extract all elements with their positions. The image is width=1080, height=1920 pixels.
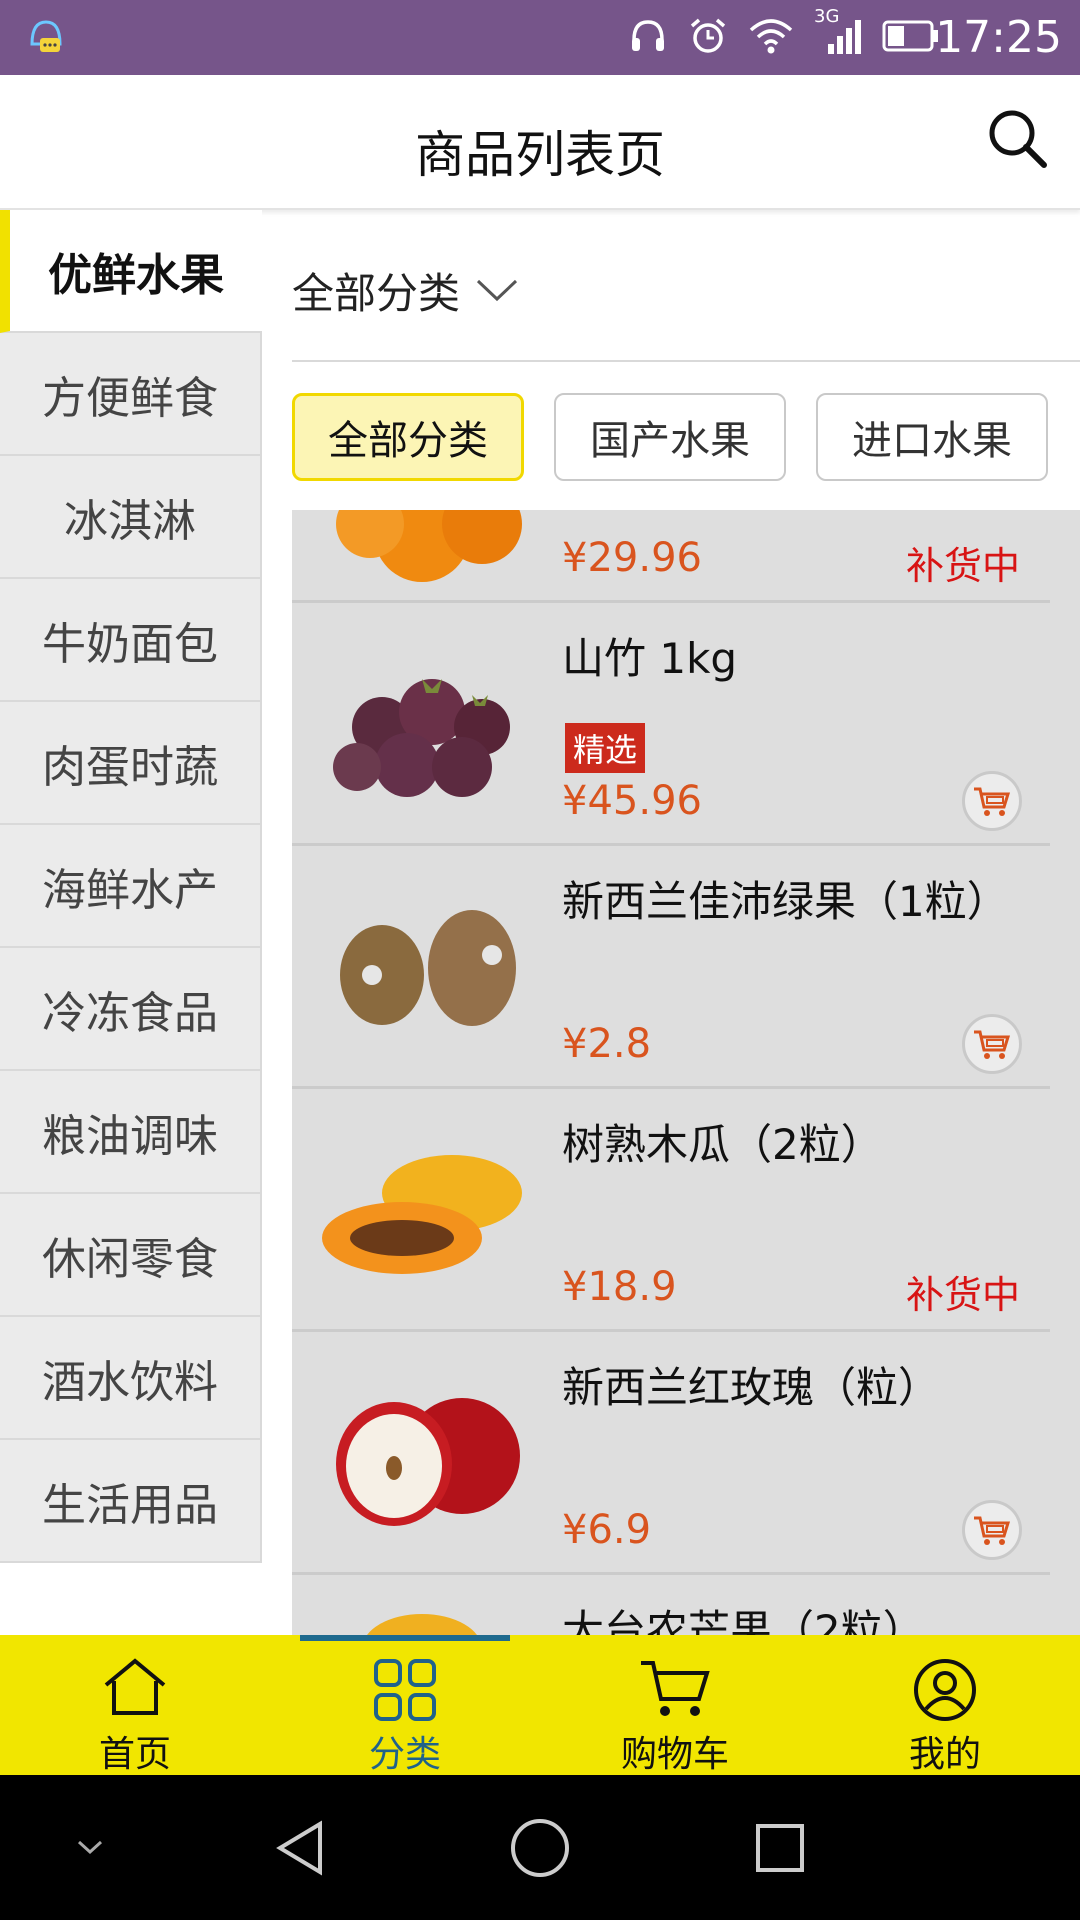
filter-divider bbox=[292, 360, 1080, 362]
network-label: 3G bbox=[814, 6, 840, 27]
wifi-icon bbox=[748, 16, 794, 60]
sidebar-item-fresh-food[interactable]: 方便鲜食 bbox=[0, 333, 262, 456]
kiwi-image bbox=[312, 860, 532, 1075]
product-list[interactable]: ¥29.96 补货中 山竹 1kg 精选 ¥45.96 新西兰佳沛绿果（1粒） … bbox=[292, 510, 1080, 1635]
page-title: 商品列表页 bbox=[415, 126, 665, 184]
product-item[interactable]: 山竹 1kg 精选 ¥45.96 bbox=[292, 603, 1050, 846]
sidebar-item-ice-cream[interactable]: 冰淇淋 bbox=[0, 456, 262, 579]
sidebar-item-label: 牛奶面包 bbox=[42, 618, 218, 670]
category-dropdown-label: 全部分类 bbox=[292, 269, 461, 318]
product-price: ¥6.9 bbox=[562, 1507, 652, 1553]
apple-image bbox=[312, 1346, 532, 1561]
sidebar-item-meat-veg[interactable]: 肉蛋时蔬 bbox=[0, 702, 262, 825]
add-to-cart-button[interactable] bbox=[962, 1014, 1022, 1074]
sidebar-item-label: 酒水饮料 bbox=[42, 1356, 218, 1408]
nav-profile[interactable]: 我的 bbox=[810, 1635, 1080, 1775]
product-item[interactable]: 树熟木瓜（2粒） ¥18.9 补货中 bbox=[292, 1089, 1050, 1332]
system-nav-bar bbox=[0, 1775, 1080, 1920]
mangosteen-image bbox=[312, 617, 532, 832]
sidebar-item-label: 方便鲜食 bbox=[42, 372, 218, 424]
papaya-image bbox=[312, 1103, 532, 1318]
cart-icon bbox=[974, 1030, 1011, 1059]
sidebar-item-grain-oil[interactable]: 粮油调味 bbox=[0, 1071, 262, 1194]
product-price: ¥29.96 bbox=[562, 535, 702, 581]
product-price: ¥18.9 bbox=[562, 1264, 677, 1310]
sidebar-item-seafood[interactable]: 海鲜水产 bbox=[0, 825, 262, 948]
collapse-chevron-icon[interactable] bbox=[60, 1775, 120, 1920]
add-to-cart-button[interactable] bbox=[962, 1500, 1022, 1560]
back-button[interactable] bbox=[260, 1775, 340, 1920]
nav-label: 首页 bbox=[98, 1734, 171, 1775]
sidebar-item-label: 海鲜水产 bbox=[42, 864, 218, 916]
product-item[interactable]: ¥29.96 补货中 bbox=[292, 510, 1050, 603]
cart-icon bbox=[540, 1657, 810, 1719]
orange-image bbox=[312, 510, 532, 589]
sidebar-item-label: 冷冻食品 bbox=[42, 987, 218, 1039]
sidebar-item-label: 优鲜水果 bbox=[48, 249, 224, 301]
notification-icon bbox=[24, 14, 68, 62]
sidebar-item-label: 休闲零食 bbox=[42, 1233, 218, 1285]
bottom-nav: 首页 分类 购物车 我的 bbox=[0, 1635, 1080, 1775]
status-time: 17:25 bbox=[935, 12, 1062, 63]
sidebar-item-milk-bread[interactable]: 牛奶面包 bbox=[0, 579, 262, 702]
category-dropdown[interactable]: 全部分类 bbox=[292, 260, 520, 321]
nav-label: 分类 bbox=[368, 1734, 441, 1775]
chip-label: 国产水果 bbox=[590, 418, 750, 464]
mango-image bbox=[312, 1589, 532, 1635]
product-name: 树熟木瓜（2粒） bbox=[562, 1120, 883, 1169]
header: 商品列表页 bbox=[0, 75, 1080, 210]
product-name: 新西兰佳沛绿果（1粒） bbox=[562, 877, 1009, 926]
product-price: ¥45.96 bbox=[562, 778, 702, 824]
add-to-cart-button[interactable] bbox=[962, 771, 1022, 831]
nav-label: 我的 bbox=[908, 1734, 981, 1775]
restock-status: 补货中 bbox=[905, 1273, 1020, 1317]
sidebar-item-snacks[interactable]: 休闲零食 bbox=[0, 1194, 262, 1317]
product-price: ¥2.8 bbox=[562, 1021, 652, 1067]
profile-icon bbox=[810, 1657, 1080, 1723]
search-icon[interactable] bbox=[982, 103, 1054, 179]
product-item[interactable]: 新西兰佳沛绿果（1粒） ¥2.8 bbox=[292, 846, 1050, 1089]
status-bar: 3G 17:25 bbox=[0, 0, 1080, 75]
category-sidebar: 优鲜水果 方便鲜食 冰淇淋 牛奶面包 肉蛋时蔬 海鲜水产 冷冻食品 粮油调味 休… bbox=[0, 210, 262, 1563]
chip-all-categories[interactable]: 全部分类 bbox=[292, 393, 524, 481]
chip-domestic-fruit[interactable]: 国产水果 bbox=[554, 393, 786, 481]
cart-icon bbox=[974, 787, 1011, 816]
category-icon bbox=[270, 1657, 540, 1723]
product-name: 大台农芒果（2粒） bbox=[562, 1606, 925, 1635]
chip-label: 全部分类 bbox=[328, 418, 488, 464]
sidebar-item-frozen[interactable]: 冷冻食品 bbox=[0, 948, 262, 1071]
sidebar-item-label: 生活用品 bbox=[42, 1479, 218, 1531]
product-name: 山竹 1kg bbox=[562, 634, 738, 683]
chip-imported-fruit[interactable]: 进口水果 bbox=[816, 393, 1048, 481]
chip-label: 进口水果 bbox=[852, 418, 1012, 464]
product-item[interactable]: 新西兰红玫瑰（粒） ¥6.9 bbox=[292, 1332, 1050, 1575]
active-tab-indicator bbox=[300, 1635, 510, 1641]
signal-icon: 3G bbox=[814, 6, 862, 62]
home-icon bbox=[0, 1657, 270, 1717]
product-name: 新西兰红玫瑰（粒） bbox=[562, 1363, 941, 1412]
recent-apps-button[interactable] bbox=[740, 1775, 820, 1920]
nav-label: 购物车 bbox=[620, 1734, 729, 1775]
product-item[interactable]: 大台农芒果（2粒） bbox=[292, 1575, 1050, 1635]
alarm-icon bbox=[688, 16, 728, 60]
home-button[interactable] bbox=[500, 1775, 580, 1920]
sidebar-item-label: 冰淇淋 bbox=[64, 495, 196, 547]
featured-badge: 精选 bbox=[565, 723, 646, 773]
nav-home[interactable]: 首页 bbox=[0, 1635, 270, 1775]
nav-category[interactable]: 分类 bbox=[270, 1635, 540, 1775]
sidebar-item-fruit[interactable]: 优鲜水果 bbox=[0, 210, 262, 333]
chevron-down-icon bbox=[474, 266, 520, 315]
headphones-icon bbox=[628, 16, 668, 60]
cart-icon bbox=[974, 1516, 1011, 1545]
battery-icon bbox=[882, 19, 940, 57]
nav-cart[interactable]: 购物车 bbox=[540, 1635, 810, 1775]
sidebar-item-label: 粮油调味 bbox=[42, 1110, 218, 1162]
restock-status: 补货中 bbox=[905, 544, 1020, 588]
sidebar-item-daily-goods[interactable]: 生活用品 bbox=[0, 1440, 262, 1563]
sidebar-item-drinks[interactable]: 酒水饮料 bbox=[0, 1317, 262, 1440]
sidebar-item-label: 肉蛋时蔬 bbox=[42, 741, 218, 793]
